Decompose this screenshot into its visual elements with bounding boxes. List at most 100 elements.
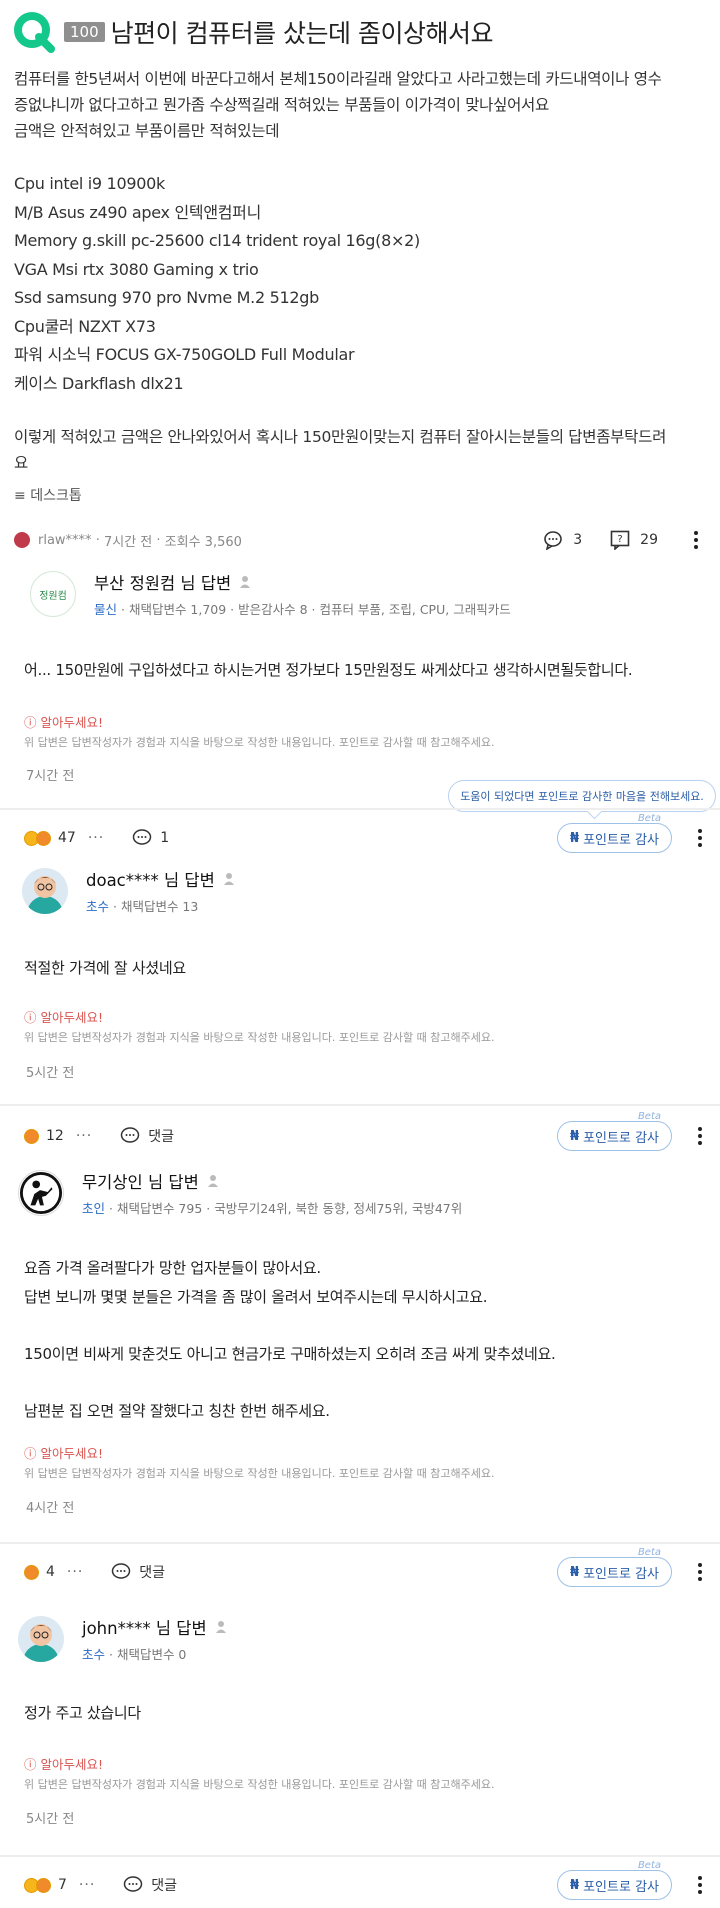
point-label: 포인트로 감사 — [583, 832, 659, 848]
question-title: 남편이 컴퓨터를 샀는데 좀이상해서요 — [110, 19, 494, 48]
answer-text: 요즘 가격 올려팔다가 망한 업자분들이 많아서요. 답변 보니까 몇몇 분들은… — [24, 1254, 556, 1425]
comment-label: 댓글 — [148, 1129, 174, 1145]
answerer-stats: 채택답변수 1,709 · 받은감사수 8 · 컴퓨터 부품, 조립, CPU,… — [128, 602, 511, 617]
question-line: 컴퓨터를 한5년써서 이번에 바꾼다고해서 본체150이라길래 알았다고 사라고… — [14, 70, 662, 88]
answerer-name[interactable]: 무기상인 님 답변 — [82, 1169, 199, 1193]
answer-line: 어... 150만원에 구입하셨다고 하시는거면 정가보다 15만원정도 싸게샀… — [24, 661, 633, 679]
answer-header: 무기상인 님 답변 초인 · 채택답변수 795 · 국방무기24위, 북한 동… — [18, 1169, 462, 1217]
answerer-avatar[interactable]: 정원컴 — [30, 571, 76, 617]
reaction-icon[interactable] — [24, 1128, 39, 1144]
answer-line: 답변 보니까 몇몇 분들은 가격을 좀 많이 올려서 보여주시는데 무시하시고요… — [24, 1287, 488, 1306]
answer-line: 정가 주고 샀습니다 — [24, 1704, 141, 1722]
bounty-badge: 100 — [64, 22, 105, 42]
reaction-more[interactable]: ··· — [67, 1564, 83, 1580]
reaction-icon[interactable] — [24, 1564, 39, 1580]
reaction-more[interactable]: ··· — [79, 1877, 95, 1893]
notice-title: 알아두세요! — [40, 715, 104, 730]
person-add-icon[interactable] — [239, 575, 253, 589]
asker-name[interactable]: rlaw**** — [38, 533, 92, 548]
point-thanks-button[interactable]: Beta ₦ 포인트로 감사 — [557, 1111, 672, 1151]
alert-icon: ⓘ — [24, 1757, 37, 1772]
soldier-avatar-icon — [19, 1171, 63, 1215]
asker-avatar[interactable] — [14, 532, 30, 548]
won-icon: ₦ — [570, 830, 580, 846]
answerer-avatar[interactable] — [22, 868, 68, 914]
point-thanks-button[interactable]: Beta ₦ 포인트로 감사 — [557, 813, 672, 853]
default-avatar-icon — [27, 876, 63, 914]
spec-line: Ssd samsung 970 pro Nvme M.2 512gb — [14, 288, 319, 307]
answer-header: 정원컴 부산 정원컴 님 답변 물신 · 채택답변수 1,709 · 받은감사수… — [30, 570, 511, 618]
answer-time: 5시간 전 — [26, 1066, 75, 1081]
person-add-icon[interactable] — [207, 1174, 221, 1188]
answer-header: john**** 님 답변 초수 · 채택답변수 0 — [18, 1615, 229, 1663]
answerer-name[interactable]: 부산 정원컴 님 답변 — [94, 570, 231, 594]
answerer-name[interactable]: doac**** 님 답변 — [86, 867, 215, 891]
more-menu-icon[interactable] — [690, 1876, 710, 1894]
answer-text: 적절한 가격에 잘 사셨네요 — [24, 954, 186, 983]
point-label: 포인트로 감사 — [583, 1879, 659, 1895]
alert-icon: ⓘ — [24, 715, 37, 730]
answer-time: 7시간 전 — [26, 769, 75, 784]
answer-notice: ⓘ 알아두세요! 위 답변은 답변작성자가 경험과 지식을 바탕으로 작성한 내용… — [24, 1754, 495, 1792]
answerer-level: 초수 — [86, 899, 110, 914]
more-menu-icon[interactable] — [690, 1127, 710, 1145]
answer-text: 정가 주고 샀습니다 — [24, 1699, 141, 1728]
answerer-level: 물신 — [94, 602, 118, 617]
comment-button[interactable]: 댓글 — [123, 1875, 177, 1895]
answerer-name[interactable]: john**** 님 답변 — [82, 1615, 207, 1639]
answer-notice: ⓘ 알아두세요! 위 답변은 답변작성자가 경험과 지식을 바탕으로 작성한 내용… — [24, 1007, 495, 1045]
answer-icon[interactable]: ? — [610, 530, 630, 550]
spec-line: M/B Asus z490 apex 인텍앤컴퍼니 — [14, 202, 262, 222]
spec-line: Memory g.skill pc-25600 cl14 trident roy… — [14, 231, 420, 250]
answer-actions: 7 ··· 댓글 Beta ₦ 포인트로 감사 — [24, 1860, 710, 1900]
spec-line: 케이스 Darkflash dlx21 — [14, 373, 184, 393]
notice-title: 알아두세요! — [40, 1010, 104, 1025]
answer-line: 150이면 비싸게 맞춘것도 아니고 현금가로 구매하셨는지 오히려 조금 싸게… — [24, 1344, 556, 1363]
question-line: 금액은 안적혀있고 부품이름만 적혀있는데 — [14, 122, 280, 140]
q-logo-icon — [14, 12, 55, 53]
question-line: 요 — [14, 454, 28, 472]
category-tag-label: 데스크톱 — [30, 488, 82, 504]
reaction-count: 12 — [46, 1128, 64, 1144]
reaction-more[interactable]: ··· — [76, 1128, 92, 1144]
reaction-icon[interactable] — [24, 830, 51, 846]
reaction-count: 7 — [58, 1877, 67, 1893]
person-add-icon[interactable] — [215, 1620, 229, 1634]
answer-actions: 47 ··· 1 Beta ₦ 포인트로 감사 — [24, 813, 710, 853]
comment-button[interactable]: 1 — [132, 829, 169, 847]
beta-label: Beta — [637, 1860, 661, 1871]
alert-icon: ⓘ — [24, 1010, 37, 1025]
more-menu-icon[interactable] — [686, 531, 706, 549]
beta-label: Beta — [637, 813, 661, 824]
more-menu-icon[interactable] — [690, 1563, 710, 1581]
more-menu-icon[interactable] — [690, 829, 710, 847]
notice-desc: 위 답변은 답변작성자가 경험과 지식을 바탕으로 작성한 내용입니다. 포인트… — [24, 736, 495, 749]
answerer-avatar[interactable] — [18, 1616, 64, 1662]
spec-line: 파워 시소닉 FOCUS GX-750GOLD Full Modular — [14, 345, 355, 364]
question-time: 7시간 전 — [103, 534, 153, 550]
reaction-more[interactable]: ··· — [88, 830, 104, 846]
divider — [0, 1542, 720, 1544]
comment-button[interactable]: 댓글 — [120, 1126, 174, 1146]
category-tag[interactable]: ≡ 데스크톱 — [14, 485, 82, 505]
answerer-stats: 채택답변수 795 · 국방무기24위, 북한 동향, 정세75위, 국방47위 — [116, 1201, 463, 1216]
reaction-count: 47 — [58, 830, 76, 846]
answer-time: 4시간 전 — [26, 1501, 75, 1516]
point-thanks-button[interactable]: Beta ₦ 포인트로 감사 — [557, 1547, 672, 1587]
notice-title: 알아두세요! — [40, 1757, 104, 1772]
person-add-icon[interactable] — [223, 872, 237, 886]
answerer-level: 초인 — [82, 1201, 106, 1216]
point-thanks-button[interactable]: Beta ₦ 포인트로 감사 — [557, 1860, 672, 1900]
answer-actions: 4 ··· 댓글 Beta ₦ 포인트로 감사 — [24, 1547, 710, 1587]
divider — [0, 1855, 720, 1857]
answerer-avatar[interactable] — [18, 1170, 64, 1216]
notice-title: 알아두세요! — [40, 1446, 104, 1461]
question-views: 조회수 3,560 — [164, 534, 242, 550]
comment-label: 댓글 — [139, 1565, 166, 1581]
notice-desc: 위 답변은 답변작성자가 경험과 지식을 바탕으로 작성한 내용입니다. 포인트… — [24, 1031, 495, 1044]
comment-icon[interactable] — [543, 530, 563, 550]
spec-line: Cpu intel i9 10900k — [14, 174, 165, 193]
reaction-icon[interactable] — [24, 1877, 51, 1893]
comment-button[interactable]: 댓글 — [111, 1562, 165, 1582]
answer-notice: ⓘ 알아두세요! 위 답변은 답변작성자가 경험과 지식을 바탕으로 작성한 내용… — [24, 1443, 495, 1481]
